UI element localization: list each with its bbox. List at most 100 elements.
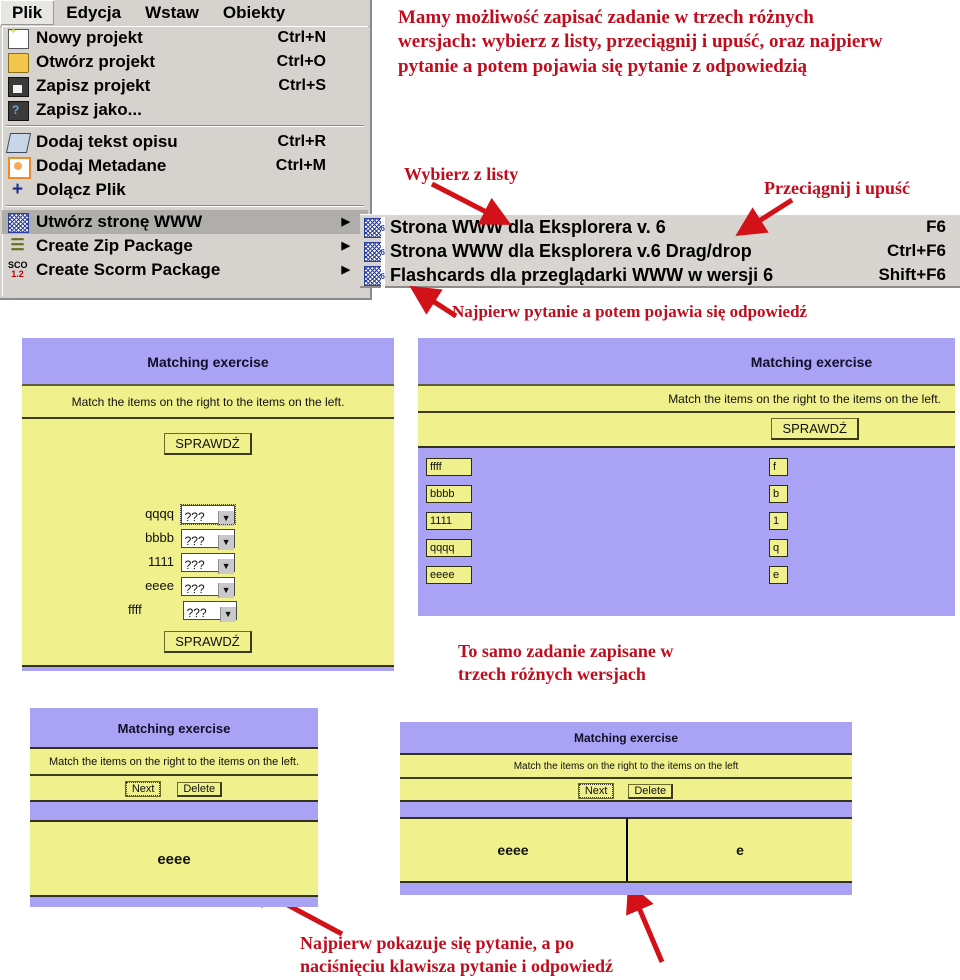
select-value: ???	[184, 510, 205, 525]
match-row: eeee ??? ▼	[126, 575, 237, 599]
panel-title: Matching exercise	[22, 338, 394, 386]
match-select-eeee[interactable]: ??? ▼	[180, 577, 235, 599]
drop-target-right[interactable]: f	[769, 458, 788, 476]
chevron-down-icon: ▼	[217, 535, 234, 551]
menu-item-zapisz-jako[interactable]: Zapisz jako...	[2, 98, 368, 122]
drag-item-left[interactable]: bbbb	[426, 485, 472, 503]
save-as-icon	[8, 101, 29, 121]
same-task-annotation: To samo zadanie zapisane w trzech różnyc…	[458, 640, 728, 686]
drag-item-left[interactable]: eeee	[426, 566, 472, 584]
menu-item-label: Dodaj Metadane	[36, 156, 167, 175]
menu-bar: Plik Edycja Wstaw Obiekty	[0, 0, 370, 27]
match-select-1111[interactable]: ??? ▼	[180, 553, 235, 575]
submenu-item-accelerator: Shift+F6	[878, 265, 946, 284]
intro-line-1: Mamy możliwość zapisać zadanie w trzech …	[398, 7, 814, 28]
select-value: ???	[184, 558, 205, 573]
web-dragdrop-icon: 6	[364, 241, 385, 265]
menu-item-label: Dodaj tekst opisu	[36, 132, 178, 151]
menu-item-label: Zapisz projekt	[36, 76, 151, 95]
next-button[interactable]: Next	[577, 783, 615, 799]
drop-target-right[interactable]: e	[769, 566, 788, 584]
menu-item-utworz-strone-www[interactable]: Utwórz stronę WWW ▶	[2, 210, 368, 234]
file-menu-window: Plik Edycja Wstaw Obiekty Nowy projekt C…	[0, 0, 372, 300]
menu-item-label: Otwórz projekt	[36, 52, 156, 71]
menu-item-label: Create Zip Package	[36, 236, 193, 255]
submenu-item-flashcards[interactable]: 6 Flashcards dla przeglądarki WWW w wers…	[360, 263, 960, 289]
select-value: ???	[184, 534, 205, 549]
menubar-item-plik[interactable]: Plik	[0, 0, 55, 25]
flashcards-icon: 6	[364, 265, 385, 289]
drop-target-right[interactable]: q	[769, 539, 788, 557]
menu-item-accelerator: Ctrl+O	[276, 53, 326, 70]
menu-separator	[6, 205, 364, 207]
panel-instruction: Match the items on the right to the item…	[400, 755, 852, 779]
new-document-icon	[8, 29, 29, 49]
drop-target-right[interactable]: b	[769, 485, 788, 503]
match-select-ffff[interactable]: ??? ▼	[182, 601, 237, 623]
drag-item-left[interactable]: 1111	[426, 512, 472, 530]
file-menu-dropdown: Nowy projekt Ctrl+N Otwórz projekt Ctrl+…	[2, 26, 368, 296]
chevron-right-icon: ▶	[341, 264, 350, 276]
menu-item-otworz-projekt[interactable]: Otwórz projekt Ctrl+O	[2, 50, 368, 74]
chevron-down-icon: ▼	[217, 559, 234, 575]
match-row: ffff ??? ▼	[126, 599, 237, 623]
submenu-item-accelerator: Ctrl+F6	[886, 241, 946, 260]
metadata-icon	[8, 157, 31, 179]
check-button[interactable]: SPRAWDŹ	[771, 418, 859, 440]
web-page-icon: 6	[364, 217, 385, 241]
check-button-top[interactable]: SPRAWDŹ	[164, 433, 252, 455]
menu-item-accelerator: Ctrl+S	[278, 77, 326, 94]
menu-item-accelerator: Ctrl+N	[277, 29, 326, 46]
menu-item-create-scorm-package[interactable]: SCO 1.2 Create Scorm Package ▶	[2, 258, 368, 282]
menubar-item-wstaw[interactable]: Wstaw	[133, 0, 211, 25]
menu-item-dolacz-plik[interactable]: + Dolącz Plik	[2, 178, 368, 202]
exercise-panel-flashcard-right: Matching exercise Match the items on the…	[400, 722, 852, 914]
menubar-item-obiekty[interactable]: Obiekty	[211, 0, 297, 25]
pick-from-list-annotation: Wybierz z listy	[404, 164, 519, 184]
drop-target-right[interactable]: 1	[769, 512, 788, 530]
panel-instruction: Match the items on the right to the item…	[22, 386, 394, 419]
submenu-item-strona-www-dragdrop[interactable]: 6 Strona WWW dla Eksplorera v.6 Drag/dro…	[360, 239, 960, 265]
menu-item-nowy-projekt[interactable]: Nowy projekt Ctrl+N	[2, 26, 368, 50]
drag-item-left[interactable]: ffff	[426, 458, 472, 476]
drag-item-left[interactable]: qqqq	[426, 539, 472, 557]
menu-item-dodaj-metadane[interactable]: Dodaj Metadane Ctrl+M	[2, 154, 368, 179]
chevron-down-icon: ▼	[217, 511, 234, 527]
exercise-panel-select-from-list: Matching exercise Match the items on the…	[22, 338, 394, 671]
delete-button[interactable]: Delete	[628, 784, 674, 799]
match-select-bbbb[interactable]: ??? ▼	[180, 529, 235, 551]
same-task-line-1: To samo zadanie zapisane w	[458, 641, 674, 661]
plus-icon: +	[11, 179, 24, 200]
delete-button[interactable]: Delete	[177, 782, 223, 797]
bottom-line-2: naciśnięciu klawisza pytanie i odpowiedź	[300, 956, 614, 977]
match-item-label: bbbb	[145, 530, 174, 545]
menu-item-create-zip-package[interactable]: ☰ Create Zip Package ▶	[2, 234, 368, 258]
submenu-item-accelerator: F6	[926, 217, 946, 236]
flashcard-question: eeee	[400, 819, 628, 881]
question-then-answer-annotation: Najpierw pytanie a potem pojawia się odp…	[452, 302, 808, 321]
match-row: qqqq ??? ▼	[126, 503, 237, 527]
menu-item-dodaj-tekst-opisu[interactable]: Dodaj tekst opisu Ctrl+R	[2, 130, 368, 154]
panel-footer	[30, 897, 318, 907]
floppy-disk-icon	[8, 77, 29, 97]
submenu-item-label: Flashcards dla przeglądarki WWW w wersji…	[390, 265, 774, 285]
panel-instruction: Match the items on the right to the item…	[30, 749, 318, 776]
menubar-item-edycja[interactable]: Edycja	[54, 0, 133, 25]
menu-item-label: Create Scorm Package	[36, 260, 221, 279]
intro-line-3: pytanie a potem pojawia się pytanie z od…	[398, 55, 808, 77]
scorm-package-icon: SCO 1.2	[8, 260, 28, 279]
menu-item-accelerator: Ctrl+R	[277, 133, 326, 150]
drag-and-drop-annotation: Przeciągnij i upuść	[764, 178, 910, 198]
match-select-qqqq[interactable]: ??? ▼	[179, 504, 236, 527]
create-web-page-submenu: 6 Strona WWW dla Eksplorera v. 6 F6 6 St…	[360, 214, 960, 289]
next-button[interactable]: Next	[124, 781, 162, 797]
menu-item-label: Dolącz Plik	[36, 180, 126, 199]
panel-footer	[400, 883, 852, 895]
match-row: 1111 ??? ▼	[126, 551, 237, 575]
panel-title: Matching exercise	[418, 338, 955, 386]
panel-title: Matching exercise	[30, 708, 318, 749]
check-button-bottom[interactable]: SPRAWDŹ	[164, 631, 252, 653]
submenu-item-label: Strona WWW dla Eksplorera v. 6	[390, 217, 666, 237]
submenu-item-strona-www-v6[interactable]: 6 Strona WWW dla Eksplorera v. 6 F6	[360, 215, 960, 241]
menu-item-zapisz-projekt[interactable]: Zapisz projekt Ctrl+S	[2, 74, 368, 98]
